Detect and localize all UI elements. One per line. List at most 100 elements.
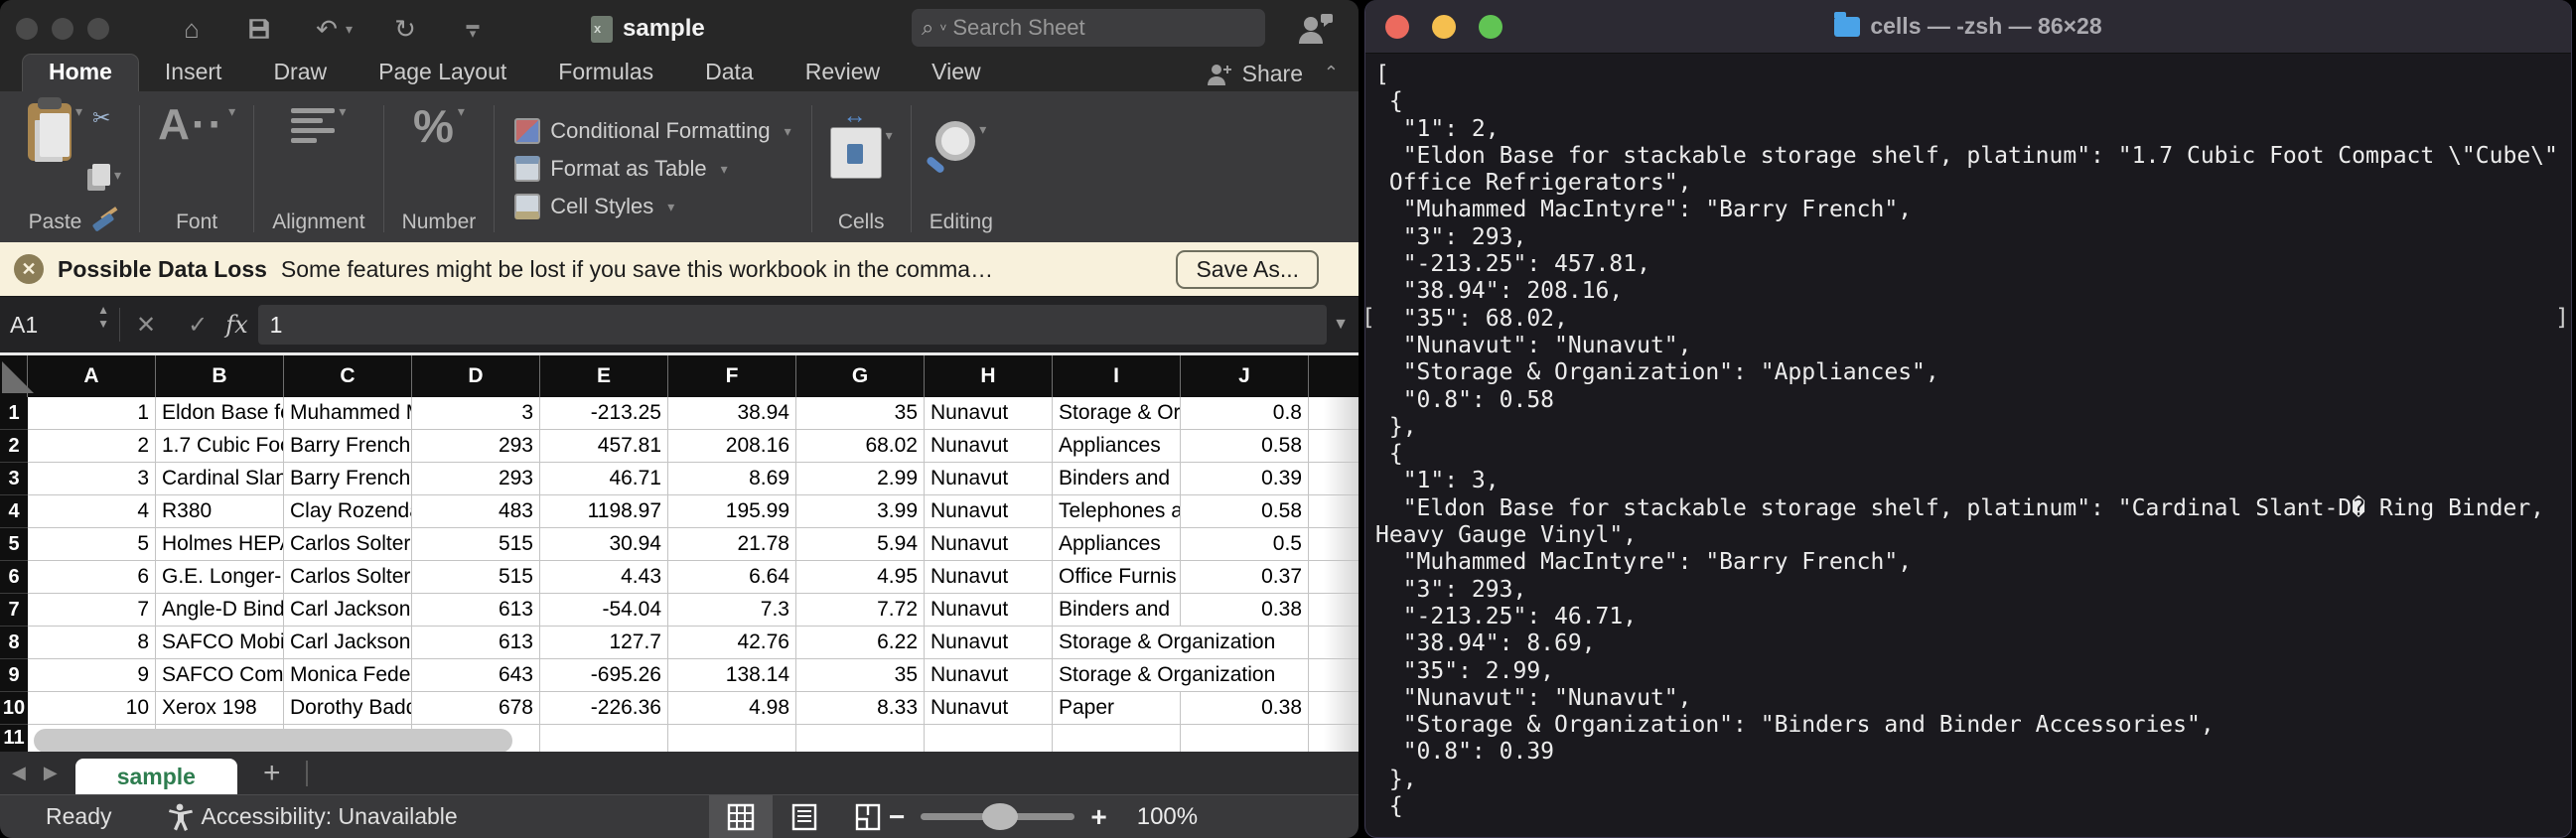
cell-B10[interactable]: Xerox 198 xyxy=(156,692,284,724)
cell-A10[interactable]: 10 xyxy=(28,692,156,724)
conditional-formatting-button[interactable]: Conditional Formatting ▾ xyxy=(514,118,790,144)
paste-group[interactable]: ▾ Paste ✂ ▾ xyxy=(14,99,135,238)
cell-B3[interactable]: Cardinal Slan xyxy=(156,463,284,494)
column-header-I[interactable]: I xyxy=(1053,355,1181,397)
cell-A5[interactable]: 5 xyxy=(28,528,156,560)
cell-C6[interactable]: Carlos Solter xyxy=(284,561,412,593)
zoom-slider-handle[interactable] xyxy=(982,803,1018,830)
cell-C9[interactable]: Monica Feder xyxy=(284,659,412,691)
cell-partial[interactable] xyxy=(1309,561,1359,593)
cell-H8[interactable]: Nunavut xyxy=(925,627,1053,658)
cell-J6[interactable]: 0.37 xyxy=(1181,561,1309,593)
tab-page-layout[interactable]: Page Layout xyxy=(353,55,532,91)
cell-partial[interactable] xyxy=(1309,659,1359,691)
number-format-icon[interactable]: % xyxy=(413,103,454,149)
cell-partial[interactable] xyxy=(1309,495,1359,527)
cell-H9[interactable]: Nunavut xyxy=(925,659,1053,691)
tab-view[interactable]: View xyxy=(906,55,1006,91)
cell-partial[interactable] xyxy=(1309,397,1359,429)
search-chevron-icon[interactable]: ˅ xyxy=(939,21,946,35)
search-input[interactable] xyxy=(952,15,1201,41)
cell-C5[interactable]: Carlos Solter xyxy=(284,528,412,560)
column-header-B[interactable]: B xyxy=(156,355,284,397)
cell-partial[interactable] xyxy=(1309,594,1359,626)
cell-D3[interactable]: 293 xyxy=(412,463,540,494)
cell-A7[interactable]: 7 xyxy=(28,594,156,626)
cell-C3[interactable]: Barry French xyxy=(284,463,412,494)
column-header-H[interactable]: H xyxy=(925,355,1053,397)
normal-view-button[interactable] xyxy=(709,795,773,838)
cell-B2[interactable]: 1.7 Cubic Foo xyxy=(156,430,284,462)
zoom-slider[interactable] xyxy=(921,813,1074,820)
row-header-2[interactable]: 2 xyxy=(0,430,28,463)
cell-F6[interactable]: 6.64 xyxy=(668,561,796,593)
share-button[interactable]: Share xyxy=(1207,61,1303,87)
column-header-C[interactable]: C xyxy=(284,355,412,397)
cell-F3[interactable]: 8.69 xyxy=(668,463,796,494)
cell-G6[interactable]: 4.95 xyxy=(796,561,925,593)
cell-F9[interactable]: 138.14 xyxy=(668,659,796,691)
cell-D1[interactable]: 3 xyxy=(412,397,540,429)
formula-input[interactable] xyxy=(258,305,1328,345)
cell-partial[interactable] xyxy=(1309,725,1359,752)
cell-A3[interactable]: 3 xyxy=(28,463,156,494)
number-group[interactable]: %▾ Number xyxy=(388,99,491,238)
editing-group[interactable]: ▾ Editing xyxy=(916,99,1007,238)
cell-G2[interactable]: 68.02 xyxy=(796,430,925,462)
row-header-9[interactable]: 9 xyxy=(0,659,28,692)
cell-E8[interactable]: 127.7 xyxy=(540,627,668,658)
ribbon-options-icon[interactable]: ▬▾ xyxy=(458,14,488,44)
cell-J4[interactable]: 0.58 xyxy=(1181,495,1309,527)
cell-A8[interactable]: 8 xyxy=(28,627,156,658)
cell-G5[interactable]: 5.94 xyxy=(796,528,925,560)
name-box[interactable]: A1 ▲▼ xyxy=(0,297,119,352)
cell-D4[interactable]: 483 xyxy=(412,495,540,527)
cell-B6[interactable]: G.E. Longer-L xyxy=(156,561,284,593)
insert-function-icon[interactable]: fx xyxy=(223,311,257,339)
cell-C2[interactable]: Barry French xyxy=(284,430,412,462)
column-header-D[interactable]: D xyxy=(412,355,540,397)
cell-F8[interactable]: 42.76 xyxy=(668,627,796,658)
cell-D8[interactable]: 613 xyxy=(412,627,540,658)
alignment-group[interactable]: ▾ Alignment xyxy=(258,99,378,238)
cell-D5[interactable]: 515 xyxy=(412,528,540,560)
cell-F5[interactable]: 21.78 xyxy=(668,528,796,560)
cell-E2[interactable]: 457.81 xyxy=(540,430,668,462)
zoom-button[interactable] xyxy=(87,18,109,40)
tab-home[interactable]: Home xyxy=(22,54,139,91)
cut-icon[interactable]: ✂ xyxy=(92,105,121,131)
cell-E7[interactable]: -54.04 xyxy=(540,594,668,626)
horizontal-scrollbar[interactable] xyxy=(34,729,512,752)
next-sheet-icon[interactable]: ▶ xyxy=(44,763,58,783)
cell-G10[interactable]: 8.33 xyxy=(796,692,925,724)
cell-I7[interactable]: Binders and xyxy=(1053,594,1181,626)
zoom-out-button[interactable]: − xyxy=(889,801,905,833)
enter-formula-icon[interactable]: ✓ xyxy=(172,311,223,340)
editing-find-icon[interactable] xyxy=(935,121,975,161)
cell-B9[interactable]: SAFCO Comm xyxy=(156,659,284,691)
cell-partial[interactable] xyxy=(1309,627,1359,658)
cancel-formula-icon[interactable]: ✕ xyxy=(120,311,172,340)
paste-icon[interactable] xyxy=(28,103,72,161)
cell-A2[interactable]: 2 xyxy=(28,430,156,462)
cell-D2[interactable]: 293 xyxy=(412,430,540,462)
cell-E1[interactable]: -213.25 xyxy=(540,397,668,429)
select-all-corner[interactable] xyxy=(0,355,28,397)
name-box-steppers[interactable]: ▲▼ xyxy=(97,304,109,330)
cell-B4[interactable]: R380 xyxy=(156,495,284,527)
alignment-caret-icon[interactable]: ▾ xyxy=(339,103,346,120)
cell-C4[interactable]: Clay Rozenda xyxy=(284,495,412,527)
cell-I4[interactable]: Telephones a xyxy=(1053,495,1181,527)
warning-close-icon[interactable]: ✕ xyxy=(14,254,44,284)
copy-icon[interactable] xyxy=(92,164,110,186)
row-header-7[interactable]: 7 xyxy=(0,594,28,627)
cell-J10[interactable]: 0.38 xyxy=(1181,692,1309,724)
cells-caret-icon[interactable]: ▾ xyxy=(886,127,893,144)
font-icon[interactable]: A·· xyxy=(158,103,224,147)
alignment-icon[interactable] xyxy=(291,103,335,148)
cell-H4[interactable]: Nunavut xyxy=(925,495,1053,527)
font-group[interactable]: A··▾ Font xyxy=(144,99,249,238)
cells-group[interactable]: ▾ Cells xyxy=(816,99,907,238)
row-header-3[interactable]: 3 xyxy=(0,463,28,495)
save-as-button[interactable]: Save As... xyxy=(1176,250,1319,289)
